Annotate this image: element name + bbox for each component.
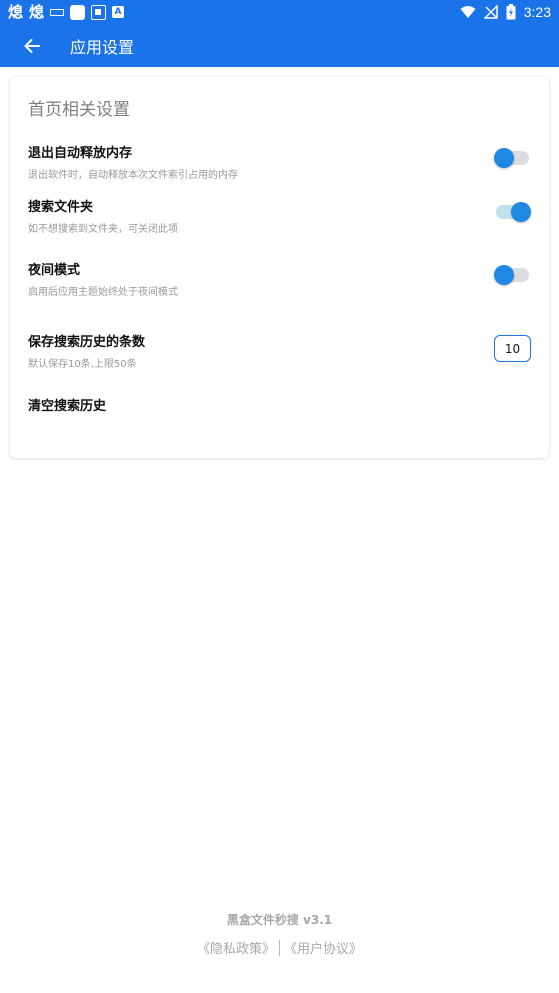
status-time: 3:23 [523, 4, 551, 20]
footer-divider [279, 939, 280, 956]
setting-description: 启用后应用主题始终处于夜间模式 [28, 287, 178, 298]
setting-title: 搜索文件夹 [28, 200, 94, 215]
setting-title: 退出自动释放内存 [28, 146, 133, 161]
setting-title: 夜间模式 [28, 263, 81, 278]
qr-icon [91, 4, 107, 20]
back-button[interactable] [2, 24, 62, 67]
toggle-thumb [494, 148, 514, 168]
a-icon: A [112, 6, 125, 18]
setting-search-folders[interactable]: 搜索文件夹 如不想搜索到文件夹，可关闭此项 [28, 196, 531, 235]
section-title: 首页相关设置 [28, 100, 130, 120]
square-icon [70, 4, 86, 20]
toggle-thumb [494, 265, 514, 285]
auto-release-memory-toggle[interactable] [494, 147, 531, 169]
status-bar: 熄 熄 A 3:23 [0, 0, 559, 24]
battery-charging-icon [506, 4, 516, 20]
notification-glyph: 熄 [29, 2, 45, 21]
search-folders-toggle[interactable] [494, 201, 531, 223]
setting-description: 退出软件时，自动释放本次文件索引占用的内存 [28, 170, 238, 181]
settings-card: 首页相关设置 退出自动释放内存 退出软件时，自动释放本次文件索引占用的内存 搜索… [10, 77, 549, 458]
setting-title: 保存搜索历史的条数 [28, 335, 146, 350]
setting-night-mode[interactable]: 夜间模式 启用后应用主题始终处于夜间模式 [28, 259, 531, 298]
privacy-policy-link[interactable]: 《隐私政策》 [197, 938, 275, 957]
setting-description: 如不想搜索到文件夹，可关闭此项 [28, 224, 178, 235]
clear-history-button[interactable]: 清空搜索历史 [28, 395, 531, 414]
wifi-icon [460, 6, 476, 18]
notification-glyph: 熄 [8, 2, 24, 21]
page-title: 应用设置 [70, 37, 135, 57]
arrow-left-icon [24, 38, 40, 53]
keyboard-icon [50, 8, 65, 16]
app-version: 黑盒文件秒搜 v3.1 [226, 913, 333, 927]
setting-clear-history[interactable]: 清空搜索历史 [28, 395, 531, 414]
status-bar-right: 3:23 [460, 4, 551, 20]
setting-description: 默认保存10条,上限50条 [28, 359, 137, 370]
app-bar: 应用设置 [0, 24, 559, 67]
status-bar-left: 熄 熄 A [8, 2, 125, 21]
history-count-input[interactable]: 10 [494, 335, 531, 362]
user-agreement-link[interactable]: 《用户协议》 [284, 938, 362, 957]
toggle-thumb [511, 202, 531, 222]
setting-auto-release-memory[interactable]: 退出自动释放内存 退出软件时，自动释放本次文件索引占用的内存 [28, 142, 531, 181]
night-mode-toggle[interactable] [494, 264, 531, 286]
setting-history-count[interactable]: 保存搜索历史的条数 默认保存10条,上限50条 [28, 331, 531, 370]
no-signal-icon [483, 5, 498, 19]
footer-links: 《隐私政策》 《用户协议》 [0, 938, 559, 957]
